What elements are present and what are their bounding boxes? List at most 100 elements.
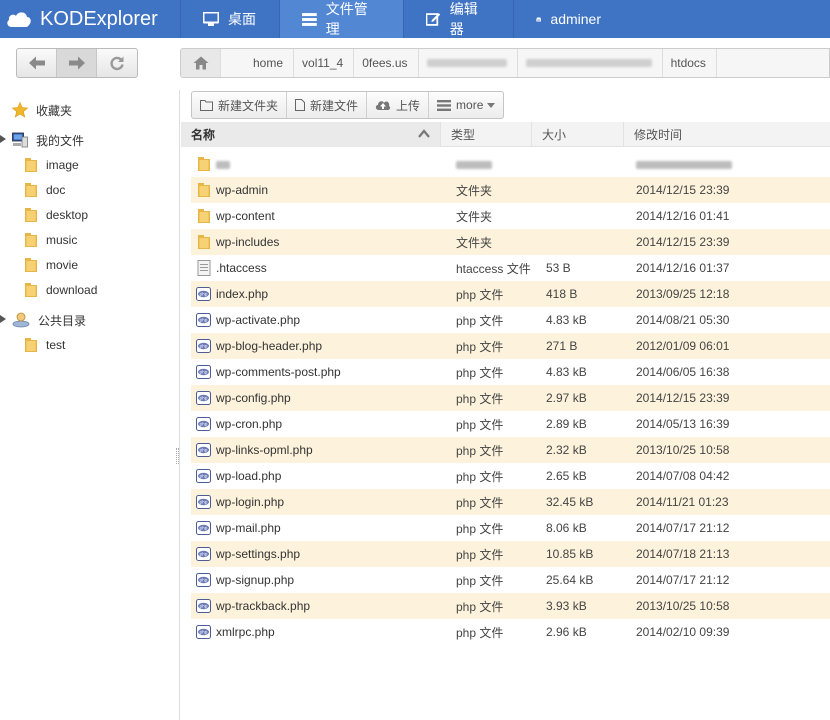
file-mtime: 2014/07/17 21:12 xyxy=(636,573,730,587)
column-name[interactable]: 名称 xyxy=(181,122,441,147)
tree-expand-icon[interactable] xyxy=(0,135,6,143)
breadcrumb-item-redacted[interactable] xyxy=(518,49,663,77)
forward-button[interactable] xyxy=(57,49,97,77)
file-row[interactable]: wp-content 文件夹 2014/12/16 01:41 xyxy=(191,203,830,229)
nav-desktop[interactable]: 桌面 xyxy=(180,0,279,38)
folder-icon xyxy=(25,258,37,272)
new-file-button[interactable]: 新建文件 xyxy=(287,92,368,118)
svg-text:php: php xyxy=(200,552,208,557)
list-icon xyxy=(437,99,452,111)
column-type[interactable]: 类型 xyxy=(441,122,532,147)
tree-folder-desktop[interactable]: desktop xyxy=(24,205,88,225)
sort-asc-icon xyxy=(418,129,430,138)
path-breadcrumb: home vol11_4 0fees.us htdocs xyxy=(180,48,830,78)
file-name: wp-links-opml.php xyxy=(216,443,313,457)
file-mtime: 2014/07/18 21:13 xyxy=(636,547,730,561)
file-row-redacted[interactable] xyxy=(191,151,830,177)
file-type: php 文件 xyxy=(456,365,504,380)
more-menu-button[interactable]: more xyxy=(429,92,503,118)
file-row[interactable]: php wp-trackback.php php 文件 3.93 kB 2013/10/… xyxy=(191,593,830,619)
nav-file-manager[interactable]: 文件管理 xyxy=(279,0,403,38)
file-row[interactable]: wp-includes 文件夹 2014/12/15 23:39 xyxy=(191,229,830,255)
computer-icon xyxy=(12,132,28,148)
file-type: php 文件 xyxy=(456,625,504,640)
tree-favorites[interactable]: 收藏夹 xyxy=(12,100,72,120)
tree-folder-movie[interactable]: movie xyxy=(24,255,78,275)
file-name: wp-config.php xyxy=(216,391,291,405)
file-row[interactable]: .htaccess htaccess 文件 53 B 2014/12/16 01:37 xyxy=(191,255,830,281)
upload-button[interactable]: 上传 xyxy=(367,92,430,118)
file-row[interactable]: php wp-blog-header.php php 文件 271 B 2012/01/… xyxy=(191,333,830,359)
file-row[interactable]: php wp-comments-post.php php 文件 4.83 kB 2014… xyxy=(191,359,830,385)
column-mtime-label: 修改时间 xyxy=(634,128,683,142)
panel-resize-handle[interactable] xyxy=(176,448,179,464)
file-row[interactable]: wp-admin 文件夹 2014/12/15 23:39 xyxy=(191,177,830,203)
file-mtime: 2014/07/08 04:42 xyxy=(636,469,730,483)
file-row[interactable]: php wp-load.php php 文件 2.65 kB 2014/07/08 04… xyxy=(191,463,830,489)
home-icon xyxy=(193,56,208,70)
file-row[interactable]: php index.php php 文件 418 B 2013/09/25 12:18 xyxy=(191,281,830,307)
refresh-icon xyxy=(110,56,124,71)
file-mtime: 2014/06/05 16:38 xyxy=(636,365,730,379)
tree-folder-image[interactable]: image xyxy=(24,155,79,175)
tree-my-files-label: 我的文件 xyxy=(36,133,85,148)
breadcrumb-item[interactable]: htdocs xyxy=(663,49,717,77)
tree-favorites-label: 收藏夹 xyxy=(36,103,73,118)
file-name: wp-includes xyxy=(216,235,280,249)
breadcrumb-item[interactable]: 0fees.us xyxy=(354,49,419,77)
file-list-header: 名称 类型 大小 修改时间 xyxy=(181,122,830,147)
file-row[interactable]: php xmlrpc.php php 文件 2.96 kB 2014/02/10 09:… xyxy=(191,619,830,645)
file-row[interactable]: php wp-activate.php php 文件 4.83 kB 2014/08/2… xyxy=(191,307,830,333)
column-mtime[interactable]: 修改时间 xyxy=(624,122,830,147)
file-row[interactable]: php wp-mail.php php 文件 8.06 kB 2014/07/17 21… xyxy=(191,515,830,541)
file-size: 2.97 kB xyxy=(546,391,587,405)
tree-folder-download[interactable]: download xyxy=(24,280,97,300)
php-file-icon: php xyxy=(196,365,211,379)
file-type-redacted xyxy=(456,157,546,171)
tree-public[interactable]: 公共目录 xyxy=(12,310,86,330)
file-name: wp-content xyxy=(216,209,275,223)
file-row[interactable]: php wp-config.php php 文件 2.97 kB 2014/12/15 … xyxy=(191,385,830,411)
arrow-right-icon xyxy=(68,56,85,70)
nav-file-manager-label: 文件管理 xyxy=(325,1,368,37)
app-brand[interactable]: KODExplorer xyxy=(0,0,180,38)
php-file-icon: php xyxy=(196,599,211,613)
file-size: 10.85 kB xyxy=(546,547,594,561)
refresh-button[interactable] xyxy=(97,49,137,77)
file-size: 2.89 kB xyxy=(546,417,587,431)
file-type: php 文件 xyxy=(456,573,504,588)
file-type: php 文件 xyxy=(456,417,504,432)
file-row[interactable]: php wp-links-opml.php php 文件 2.32 kB 2013/10… xyxy=(191,437,830,463)
file-name: wp-blog-header.php xyxy=(216,339,323,353)
nav-adminer[interactable]: adminer xyxy=(513,0,623,38)
breadcrumb-item-redacted[interactable] xyxy=(419,49,518,77)
folder-icon xyxy=(25,183,37,197)
tree-folder-music[interactable]: music xyxy=(24,230,77,250)
file-type: 文件夹 xyxy=(456,183,493,198)
caret-down-icon xyxy=(487,102,496,108)
list-icon xyxy=(302,12,317,26)
tree-expand-icon[interactable] xyxy=(0,315,6,323)
breadcrumb-home[interactable] xyxy=(181,49,221,77)
new-folder-button[interactable]: 新建文件夹 xyxy=(192,92,288,118)
tree-folder-doc[interactable]: doc xyxy=(24,180,65,200)
file-row[interactable]: php wp-cron.php php 文件 2.89 kB 2014/05/13 16… xyxy=(191,411,830,437)
folder-icon xyxy=(25,208,37,222)
folder-outline-icon xyxy=(200,99,213,111)
tree-folder-test[interactable]: test xyxy=(24,335,65,355)
edit-icon xyxy=(426,13,441,26)
file-row[interactable]: php wp-login.php php 文件 32.45 kB 2014/11/21 … xyxy=(191,489,830,515)
column-size[interactable]: 大小 xyxy=(532,122,624,147)
breadcrumb-item[interactable]: home xyxy=(221,49,295,77)
file-name: wp-signup.php xyxy=(216,573,295,587)
php-file-icon: php xyxy=(196,495,211,509)
file-row[interactable]: php wp-settings.php php 文件 10.85 kB 2014/07/… xyxy=(191,541,830,567)
tree-my-files[interactable]: 我的文件 xyxy=(12,130,84,150)
new-file-label: 新建文件 xyxy=(310,98,359,113)
file-row[interactable]: php wp-signup.php php 文件 25.64 kB 2014/07/17… xyxy=(191,567,830,593)
star-icon xyxy=(12,102,28,118)
nav-editor[interactable]: 编辑器 xyxy=(403,0,513,38)
svg-text:php: php xyxy=(200,318,208,323)
breadcrumb-item[interactable]: vol11_4 xyxy=(294,49,355,77)
back-button[interactable] xyxy=(17,49,57,77)
